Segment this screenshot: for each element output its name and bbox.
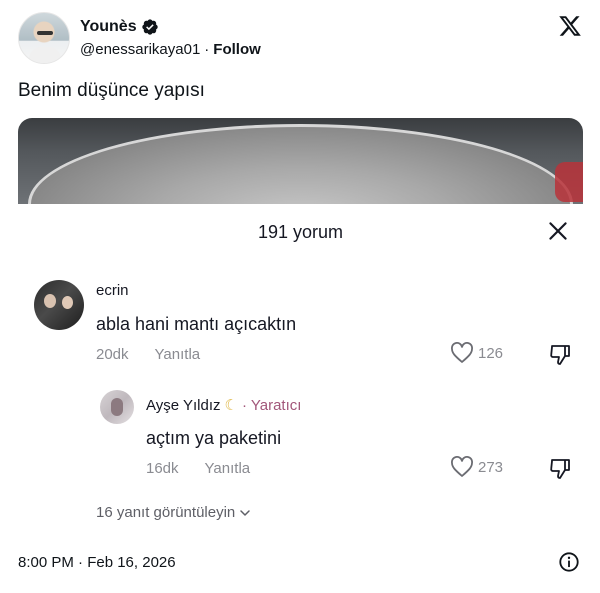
close-icon[interactable] [545, 218, 571, 244]
tweet-header: Younès @enessarikaya01 · Follow [18, 12, 582, 66]
x-logo-icon[interactable] [558, 14, 582, 38]
reply-comment-item: Ayşe Yıldız ☾ · Yaratıcı açtım ya paketi… [18, 390, 583, 480]
creator-badge: · Yaratıcı [241, 396, 302, 414]
tweet-media[interactable]: 191 yorum ecrin abla hani mantı açıcaktı… [18, 118, 583, 538]
comments-panel: 191 yorum ecrin abla hani mantı açıcaktı… [18, 204, 583, 538]
comment-username[interactable]: Ayşe Yıldız [146, 397, 221, 414]
follow-button[interactable]: Follow [213, 41, 261, 58]
thumbs-down-icon[interactable] [548, 343, 572, 367]
handle-row: @enessarikaya01 · Follow [80, 41, 261, 58]
author-handle[interactable]: @enessarikaya01 [80, 41, 200, 58]
like-count: 126 [478, 344, 504, 362]
view-replies-button[interactable]: 16 yanıt görüntüleyin [96, 504, 251, 521]
view-replies-label: 16 yanıt görüntüleyin [96, 504, 236, 521]
comment-username[interactable]: ecrin [96, 282, 129, 299]
author-name-row: Younès [80, 18, 159, 36]
verified-badge-icon [141, 19, 158, 35]
comment-meta: 20dk Yanıtla [96, 346, 200, 363]
like-button[interactable]: 273 [450, 456, 503, 478]
comment-age: 20dk [96, 346, 129, 363]
heart-icon [451, 342, 473, 363]
media-photo [18, 118, 583, 284]
comment-text: abla hani mantı açıcaktın [96, 314, 297, 334]
tweet-text: Benim düşünce yapısı [18, 80, 205, 101]
commenter-avatar[interactable] [100, 390, 134, 424]
crescent-moon-icon: ☾ [224, 397, 238, 414]
thumbs-down-icon[interactable] [548, 457, 572, 481]
author-avatar[interactable] [18, 12, 70, 64]
commenter-avatar[interactable] [34, 280, 84, 330]
comment-meta: 16dk Yanıtla [146, 460, 250, 477]
reply-username-row: Ayşe Yıldız ☾ · Yaratıcı [146, 396, 302, 415]
comments-count-title: 191 yorum [257, 222, 344, 242]
comment-item: ecrin abla hani mantı açıcaktın 20dk Yan… [18, 280, 583, 370]
reply-button[interactable]: Yanıtla [155, 346, 201, 363]
author-name[interactable]: Younès [80, 18, 137, 36]
chevron-down-icon [240, 509, 251, 516]
like-button[interactable]: 126 [450, 342, 503, 364]
reply-button[interactable]: Yanıtla [205, 460, 251, 477]
separator-dot: · [204, 41, 210, 58]
tweet-timestamp[interactable]: 8:00 PM · Feb 16, 2026 [18, 554, 176, 571]
heart-icon [451, 456, 473, 477]
info-icon[interactable] [558, 551, 580, 573]
like-count: 273 [478, 458, 504, 476]
comment-age: 16dk [146, 460, 179, 477]
comment-text: açtım ya paketini [146, 428, 282, 448]
